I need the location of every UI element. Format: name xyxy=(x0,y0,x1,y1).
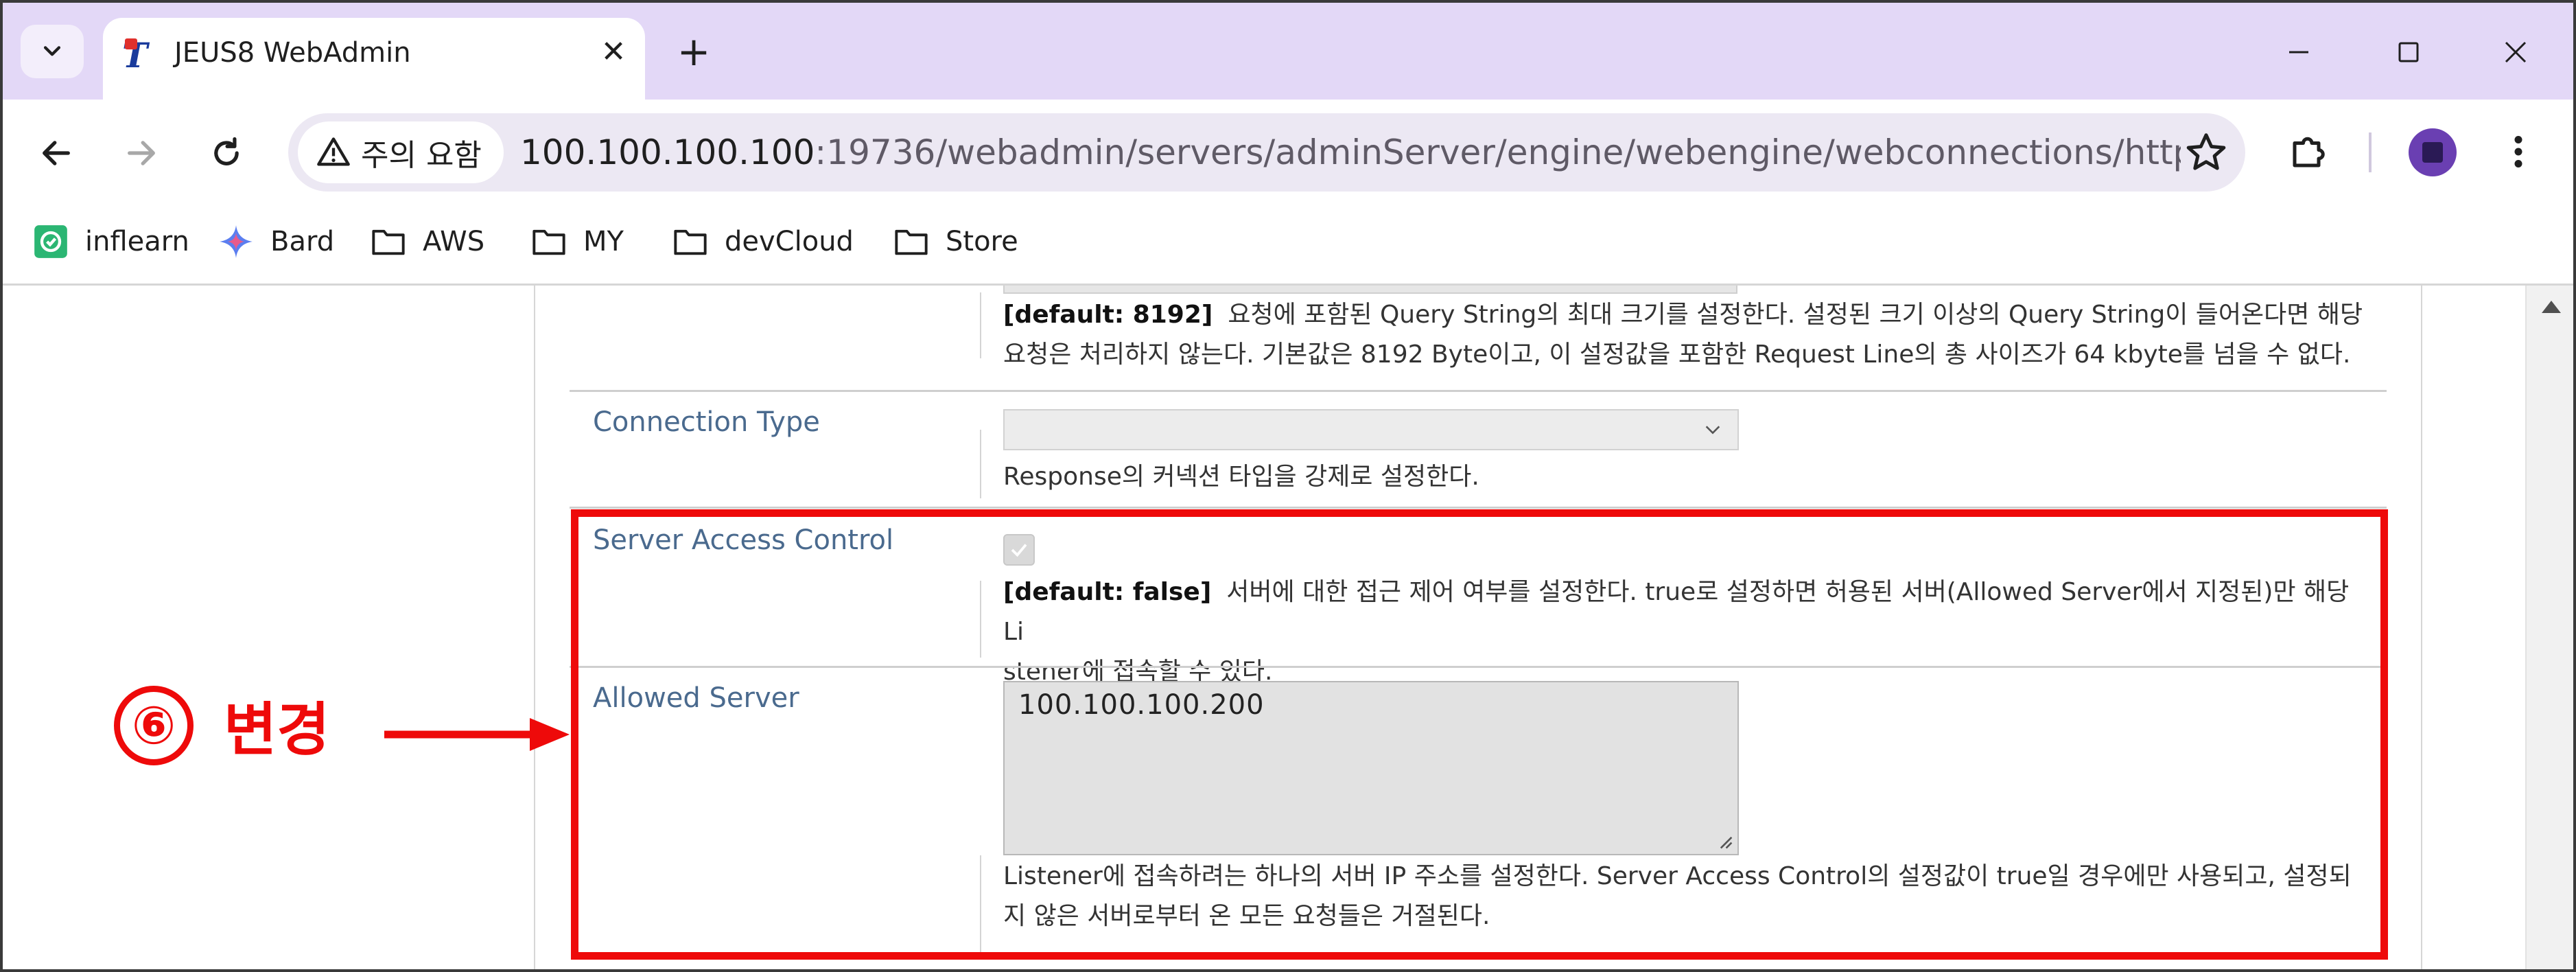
bookmark-label: AWS xyxy=(423,226,485,257)
column-divider xyxy=(980,430,981,498)
maximize-icon xyxy=(2398,42,2419,62)
security-warning-chip[interactable]: 주의 요함 xyxy=(298,121,504,183)
puzzle-icon xyxy=(2293,137,2325,167)
chevron-down-icon xyxy=(1705,426,1720,435)
extensions-button[interactable] xyxy=(2281,124,2336,179)
bookmark-label: Store xyxy=(946,226,1018,257)
connection-type-select[interactable] xyxy=(1003,409,1739,450)
jeus-favicon-icon: T xyxy=(122,35,148,76)
url-path: :19736/webadmin/servers/adminServer/engi… xyxy=(815,132,2181,172)
bookmark-inflearn[interactable]: inflearn xyxy=(33,221,189,262)
url-host: 100.100.100.100 xyxy=(520,132,815,172)
reload-icon xyxy=(214,137,239,165)
query-string-description: [default: 8192] 요청에 포함된 Query String의 최대 … xyxy=(1003,301,2363,369)
bookmark-star-icon[interactable] xyxy=(2183,130,2229,175)
back-button[interactable] xyxy=(29,126,84,181)
back-arrow-icon xyxy=(43,141,70,165)
bookmarks-bar: inflearn Bard AWS MY devCloud Store xyxy=(0,205,2576,286)
chevron-down-icon xyxy=(43,46,61,56)
url-text[interactable]: 100.100.100.100:19736/webadmin/servers/a… xyxy=(520,132,2181,172)
folder-icon xyxy=(531,224,567,259)
tab-search-button[interactable] xyxy=(21,25,84,78)
browser-tab-active[interactable]: T JEUS8 WebAdmin ✕ xyxy=(103,18,645,100)
default-tag: [default: 8192] xyxy=(1003,301,1213,329)
warning-triangle-icon xyxy=(317,137,350,166)
reload-button[interactable] xyxy=(199,126,254,181)
step-number: ⑥ xyxy=(114,685,194,765)
bookmark-label: inflearn xyxy=(85,226,189,257)
annotation-text: 변경 xyxy=(224,696,330,763)
forward-button[interactable] xyxy=(114,126,169,181)
bookmark-label: Bard xyxy=(270,226,335,257)
bookmark-folder-devcloud[interactable]: devCloud xyxy=(672,221,854,262)
row-divider xyxy=(570,507,2387,509)
row-divider xyxy=(570,390,2387,392)
folder-icon xyxy=(893,224,929,259)
profile-avatar[interactable] xyxy=(2409,128,2457,176)
query-string-input[interactable] xyxy=(1003,286,1737,294)
security-warning-label: 주의 요함 xyxy=(361,138,482,173)
close-icon xyxy=(2505,41,2527,63)
maximize-button[interactable] xyxy=(2381,25,2436,80)
forward-arrow-icon xyxy=(128,141,155,165)
bookmark-bard[interactable]: Bard xyxy=(218,221,334,262)
close-window-button[interactable] xyxy=(2488,25,2543,80)
change-annotation: ⑥ 변경 xyxy=(114,684,330,767)
folder-icon xyxy=(371,224,406,259)
vertical-scrollbar[interactable] xyxy=(2525,286,2576,972)
more-vert-icon xyxy=(2514,136,2522,167)
highlight-box xyxy=(571,509,2388,960)
connection-type-label: Connection Type xyxy=(593,406,820,438)
tab-close-icon[interactable]: ✕ xyxy=(593,32,634,73)
connection-type-description: Response의 커넥션 타입을 강제로 설정한다. xyxy=(1003,463,1479,491)
tab-strip: T JEUS8 WebAdmin ✕ + xyxy=(0,0,2576,100)
annotation-arrow-icon xyxy=(384,718,570,751)
tab-title: JEUS8 WebAdmin xyxy=(174,37,411,69)
bookmark-label: devCloud xyxy=(725,226,854,257)
column-divider xyxy=(980,292,981,358)
bookmark-folder-my[interactable]: MY xyxy=(531,221,624,262)
browser-menu-button[interactable] xyxy=(2491,124,2546,179)
new-tab-button[interactable]: + xyxy=(670,27,718,76)
minimize-icon xyxy=(2289,51,2308,54)
toolbar-separator xyxy=(2369,132,2372,172)
scroll-up-arrow-icon[interactable] xyxy=(2542,301,2561,313)
panel-right-border xyxy=(2421,286,2422,972)
bard-sparkle-icon xyxy=(218,224,254,259)
inflearn-icon xyxy=(33,224,69,259)
address-bar[interactable]: 주의 요함 100.100.100.100:19736/webadmin/ser… xyxy=(288,113,2245,192)
bookmark-folder-store[interactable]: Store xyxy=(893,221,1018,262)
bookmark-label: MY xyxy=(583,226,624,257)
bookmark-folder-aws[interactable]: AWS xyxy=(371,221,484,262)
minimize-button[interactable] xyxy=(2271,25,2326,80)
panel-left-border xyxy=(534,286,535,972)
folder-icon xyxy=(672,224,708,259)
browser-toolbar: 주의 요함 100.100.100.100:19736/webadmin/ser… xyxy=(0,100,2576,205)
